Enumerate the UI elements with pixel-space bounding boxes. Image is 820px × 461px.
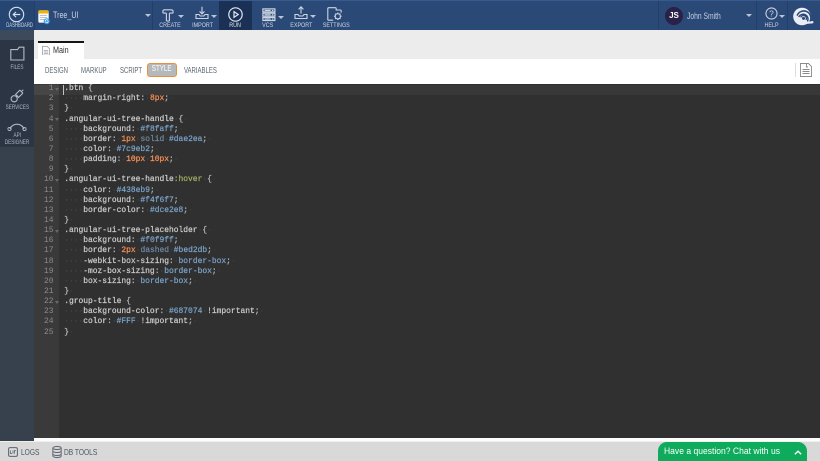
svg-text:?: ? bbox=[769, 8, 774, 18]
